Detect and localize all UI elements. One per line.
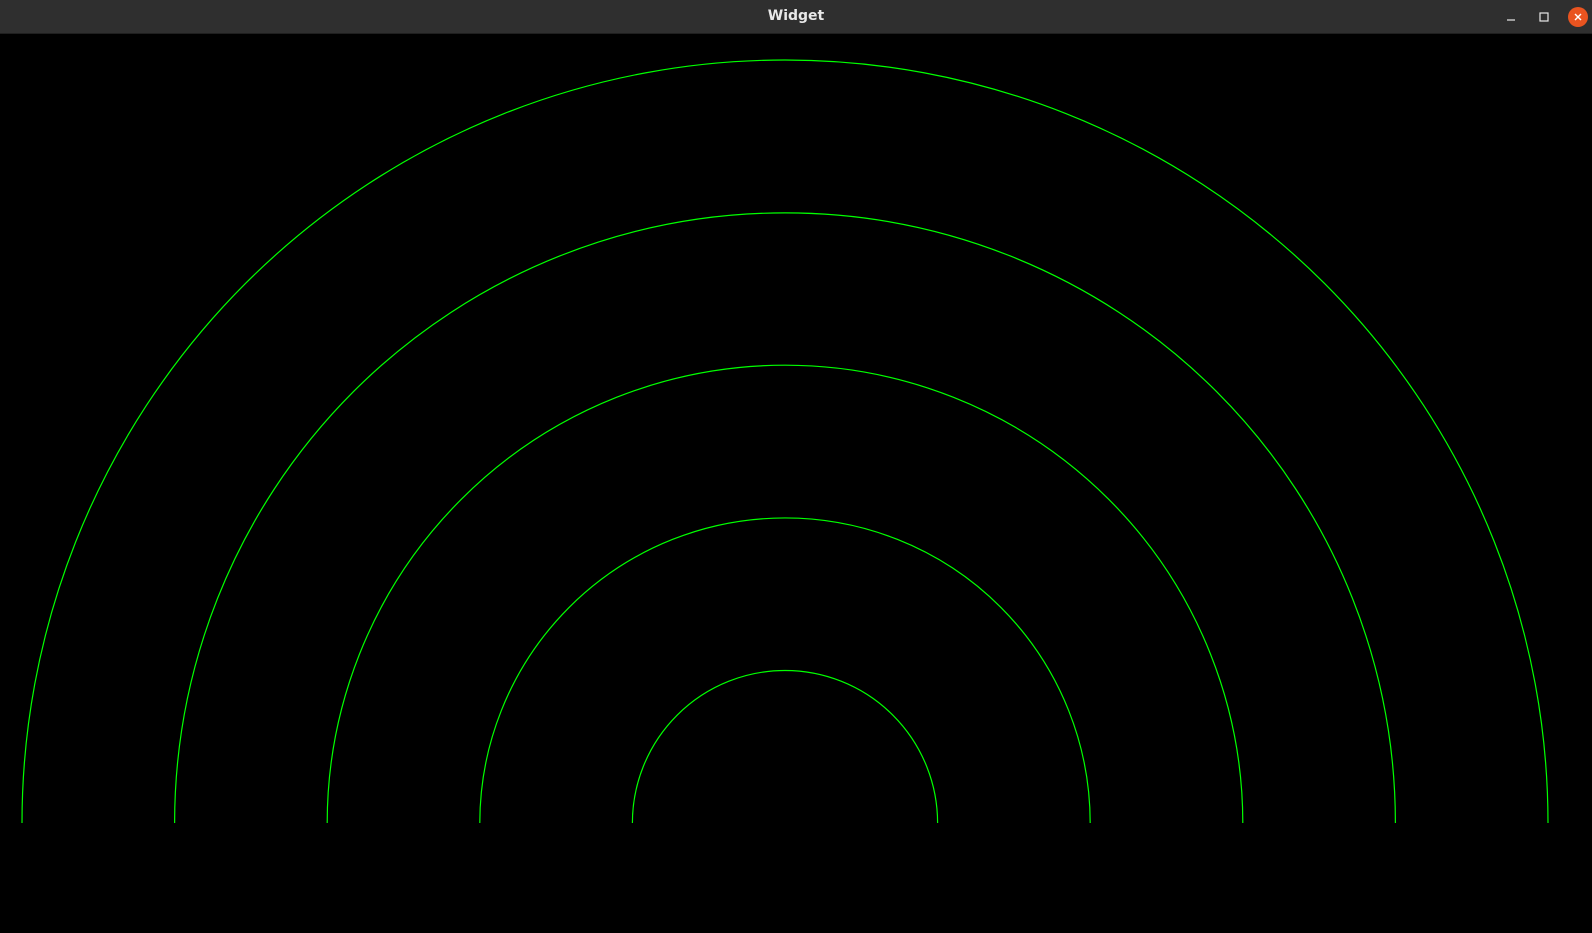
semicircle-1 bbox=[631, 669, 939, 824]
close-button[interactable] bbox=[1568, 7, 1588, 27]
app-window: Widget bbox=[0, 0, 1592, 933]
minimize-button[interactable] bbox=[1501, 7, 1521, 27]
close-icon bbox=[1574, 13, 1582, 21]
semicircle-3 bbox=[326, 364, 1244, 824]
drawing-canvas[interactable] bbox=[0, 34, 1592, 933]
maximize-button[interactable] bbox=[1534, 7, 1554, 27]
maximize-icon bbox=[1539, 12, 1549, 22]
semicircles-drawing bbox=[21, 59, 1549, 824]
window-title: Widget bbox=[767, 8, 825, 24]
minimize-icon bbox=[1507, 19, 1515, 21]
semicircle-5 bbox=[21, 59, 1549, 824]
title-bar[interactable]: Widget bbox=[0, 0, 1592, 34]
